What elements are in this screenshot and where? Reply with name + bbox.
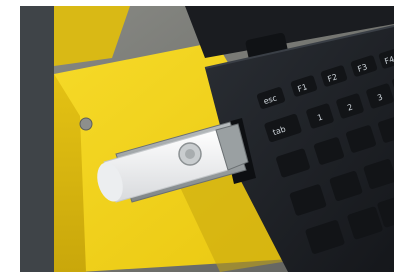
photo-frame: esc F1 F2 F3 F4 tab 1 2 3 4 — [0, 0, 404, 277]
usb-drive-photo: esc F1 F2 F3 F4 tab 1 2 3 4 — [20, 6, 394, 272]
pivot-center — [185, 149, 195, 159]
photo-illustration: esc F1 F2 F3 F4 tab 1 2 3 4 — [20, 6, 394, 272]
bolt — [79, 117, 93, 131]
left-post — [20, 6, 54, 272]
